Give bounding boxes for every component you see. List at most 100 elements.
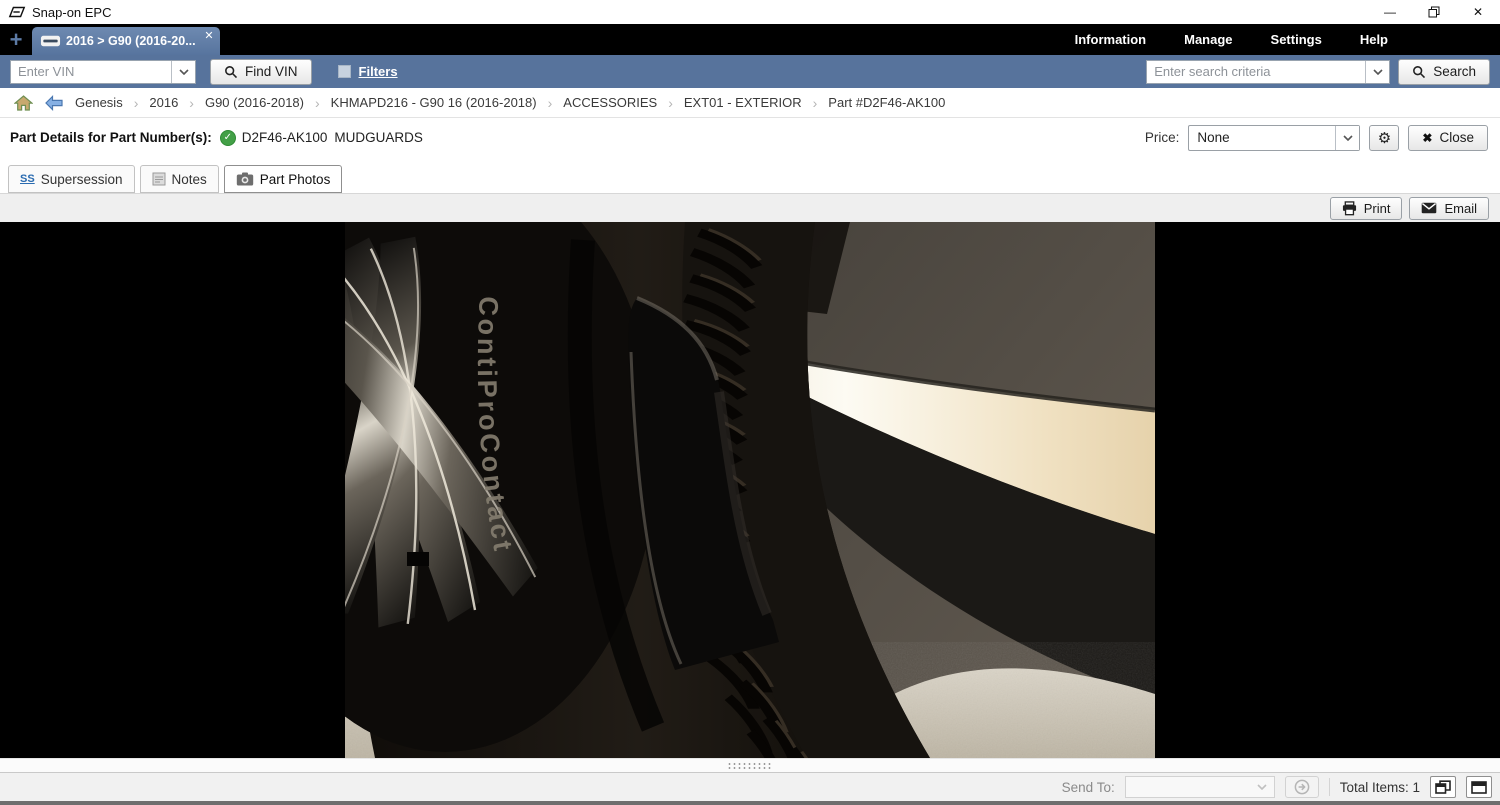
close-window-icon: ✕ [1473, 5, 1483, 19]
find-vin-label: Find VIN [245, 64, 298, 79]
filters-group: Filters [338, 64, 398, 79]
search-button[interactable]: Search [1398, 59, 1490, 85]
breadcrumb-item-part[interactable]: Part #D2F46-AK100 [828, 95, 945, 110]
back-arrow-icon [44, 95, 64, 111]
chevron-down-icon [179, 69, 189, 75]
chevron-right-icon: › [548, 95, 553, 111]
price-dropdown-button[interactable] [1335, 126, 1359, 150]
part-details-header: Part Details for Part Number(s): ✓ D2F46… [0, 118, 1500, 157]
criteria-dropdown-button[interactable] [1365, 61, 1389, 83]
restore-button[interactable] [1412, 0, 1456, 24]
menu-item-help[interactable]: Help [1360, 32, 1388, 47]
part-header-actions: Price: None ⚙ ✖ Close [1145, 125, 1488, 151]
close-label: Close [1439, 130, 1474, 145]
price-select[interactable]: None [1188, 125, 1360, 151]
cascade-view-button[interactable] [1430, 776, 1456, 798]
chevron-down-icon [1257, 784, 1267, 790]
check-glyph: ✓ [224, 132, 232, 143]
breadcrumb-item-genesis[interactable]: Genesis [75, 95, 123, 110]
minimize-button[interactable]: — [1368, 0, 1412, 24]
filters-link[interactable]: Filters [359, 64, 398, 79]
detail-tabs: SS Supersession Notes Part Photos [0, 157, 1500, 193]
search-bar: Find VIN Filters Search [0, 55, 1500, 88]
photo-viewer: ContiProContact [0, 222, 1500, 758]
search-criteria-input[interactable] [1147, 61, 1365, 83]
price-value: None [1189, 126, 1335, 150]
breadcrumb-item-year[interactable]: 2016 [149, 95, 178, 110]
maximize-window-icon [1471, 781, 1487, 794]
camera-icon [236, 172, 254, 186]
part-number: D2F46-AK100 [242, 130, 328, 145]
vin-input[interactable] [11, 61, 171, 83]
vin-dropdown-button[interactable] [171, 61, 195, 83]
tab-bar: + 2016 > G90 (2016-20... ✕ Information M… [0, 24, 1500, 55]
gear-icon: ⚙ [1378, 129, 1391, 147]
maximize-view-button[interactable] [1466, 776, 1492, 798]
chevron-right-icon: › [668, 95, 673, 111]
arrow-circle-icon [1294, 779, 1310, 795]
search-icon [224, 65, 238, 79]
tab-close-icon[interactable]: ✕ [204, 29, 213, 42]
print-label: Print [1364, 201, 1391, 216]
tab-part-photos[interactable]: Part Photos [224, 165, 343, 193]
chevron-right-icon: › [813, 95, 818, 111]
home-button[interactable] [14, 95, 33, 111]
cascade-windows-icon [1435, 780, 1451, 794]
send-to-value [1126, 777, 1250, 797]
breadcrumb-item-model[interactable]: G90 (2016-2018) [205, 95, 304, 110]
status-bar: Send To: Total Items: 1 [0, 772, 1500, 801]
part-photo: ContiProContact [345, 222, 1155, 758]
envelope-icon [1421, 202, 1437, 214]
tab-supersession[interactable]: SS Supersession [8, 165, 135, 193]
vin-input-group [10, 60, 196, 84]
send-button[interactable] [1285, 776, 1319, 798]
notes-label: Notes [172, 172, 207, 187]
close-window-button[interactable]: ✕ [1456, 0, 1500, 24]
search-icon [1412, 65, 1426, 79]
settings-gear-button[interactable]: ⚙ [1369, 125, 1399, 151]
send-to-dropdown-button[interactable] [1250, 777, 1274, 797]
close-part-details-button[interactable]: ✖ Close [1408, 125, 1488, 151]
email-button[interactable]: Email [1409, 197, 1489, 220]
chevron-right-icon: › [189, 95, 194, 111]
window-bottom-edge [0, 801, 1500, 805]
status-check-icon: ✓ [220, 130, 236, 146]
breadcrumb-item-catalog[interactable]: KHMAPD216 - G90 16 (2016-2018) [331, 95, 537, 110]
breadcrumb-item-accessories[interactable]: ACCESSORIES [563, 95, 657, 110]
menu-item-information[interactable]: Information [1075, 32, 1147, 47]
part-name: MUDGUARDS [334, 130, 423, 145]
menu-item-manage[interactable]: Manage [1184, 32, 1232, 47]
menu-item-settings[interactable]: Settings [1271, 32, 1322, 47]
new-tab-button[interactable]: + [0, 24, 32, 55]
print-button[interactable]: Print [1330, 197, 1403, 220]
divider [1329, 778, 1330, 796]
breadcrumb-item-section[interactable]: EXT01 - EXTERIOR [684, 95, 802, 110]
splitter-handle[interactable] [727, 762, 773, 769]
send-to-label: Send To: [1062, 780, 1115, 795]
part-photos-label: Part Photos [260, 172, 331, 187]
vehicle-icon [40, 34, 61, 48]
filters-checkbox[interactable] [338, 65, 351, 78]
back-button[interactable] [44, 95, 64, 111]
snapon-logo-icon [8, 5, 26, 19]
email-label: Email [1444, 201, 1477, 216]
send-to-select[interactable] [1125, 776, 1275, 798]
plus-icon: + [10, 27, 23, 53]
tab-notes[interactable]: Notes [140, 165, 219, 193]
minimize-icon: — [1384, 5, 1396, 19]
active-document-tab[interactable]: 2016 > G90 (2016-20... ✕ [32, 27, 220, 55]
criteria-search-group: Search [1146, 59, 1490, 85]
breadcrumb: Genesis › 2016 › G90 (2016-2018) › KHMAP… [0, 88, 1500, 118]
price-label: Price: [1145, 130, 1180, 145]
part-details-label: Part Details for Part Number(s): [10, 130, 212, 145]
find-vin-button[interactable]: Find VIN [210, 59, 312, 85]
chevron-right-icon: › [315, 95, 320, 111]
supersession-icon: SS [20, 173, 35, 185]
window-title: Snap-on EPC [32, 5, 112, 20]
search-label: Search [1433, 64, 1476, 79]
photo-toolbar: Print Email [0, 193, 1500, 222]
restore-icon [1428, 6, 1440, 18]
chevron-down-icon [1343, 135, 1353, 141]
criteria-input-group [1146, 60, 1390, 84]
splitter-row [0, 758, 1500, 772]
